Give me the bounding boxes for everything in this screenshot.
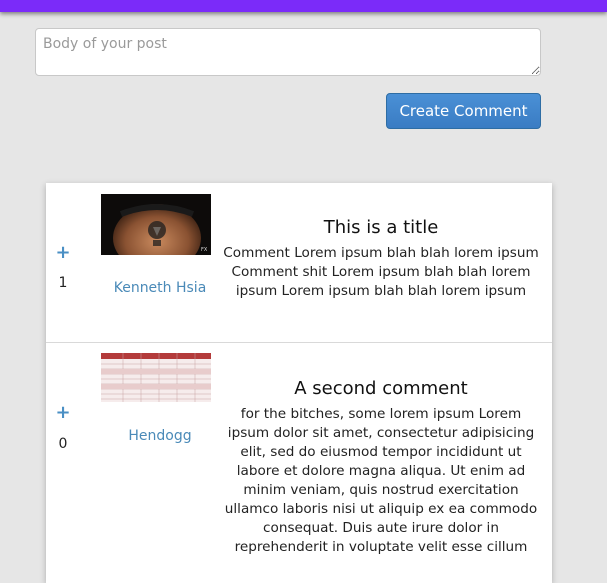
comment-item: + 1 FX Kenneth Hsia This is a title Comm… xyxy=(46,183,552,343)
create-comment-button[interactable]: Create Comment xyxy=(386,93,541,129)
comment-content: This is a title Comment Lorem ipsum blah… xyxy=(221,217,541,301)
comment-title: This is a title xyxy=(323,217,439,238)
post-body-input[interactable] xyxy=(35,28,541,76)
comment-title: A second comment xyxy=(294,378,468,399)
comment-text: for the bitches, some lorem ipsum Lorem … xyxy=(224,406,538,555)
comment-text: Comment Lorem ipsum blah blah lorem ipsu… xyxy=(223,245,539,299)
comment-item: + 0 Hendogg A second comment for the bit… xyxy=(46,343,552,583)
comments-list: + 1 FX Kenneth Hsia This is a title Comm… xyxy=(46,183,552,583)
author-thumbnail: FX xyxy=(101,194,211,255)
author-link[interactable]: Kenneth Hsia xyxy=(101,280,219,296)
author-link[interactable]: Hendogg xyxy=(101,428,219,444)
author-thumbnail xyxy=(101,353,211,402)
upvote-plus-icon[interactable]: + xyxy=(55,244,71,262)
tattooed-back-image: FX xyxy=(101,194,211,255)
vote-count: 0 xyxy=(58,436,68,452)
vote-count: 1 xyxy=(58,275,68,291)
upvote-plus-icon[interactable]: + xyxy=(55,404,71,422)
comment-content: A second comment for the bitches, some l… xyxy=(221,378,541,557)
top-navigation-bar xyxy=(0,0,607,12)
svg-text:FX: FX xyxy=(201,247,208,253)
spreadsheet-image xyxy=(101,353,211,402)
